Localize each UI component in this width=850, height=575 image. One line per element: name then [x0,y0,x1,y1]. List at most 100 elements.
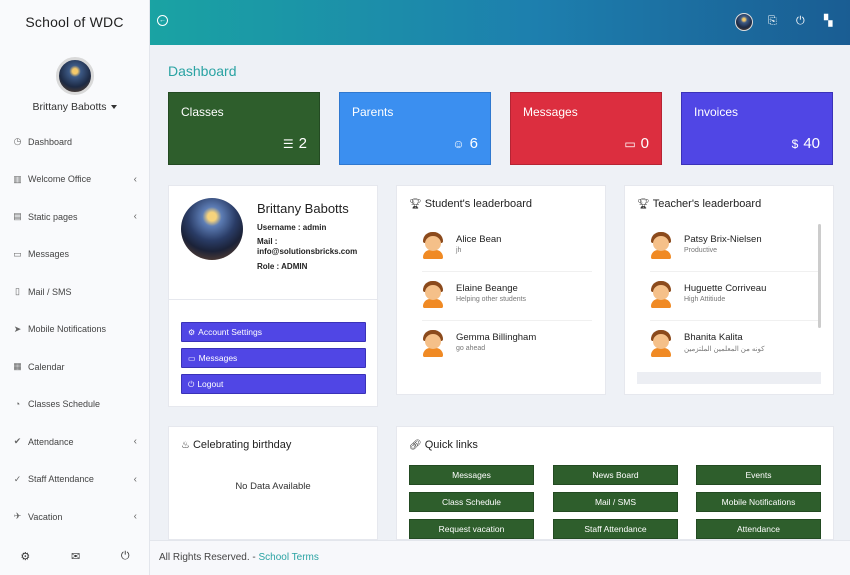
sidebar-item-mail-sms[interactable]: ▯ Mail / SMS [0,273,149,311]
caret-down-icon [110,105,117,110]
leaderboard-name: Gemma Billingham [456,332,537,343]
user-name: Brittany Babotts [32,101,107,113]
sidebar-item-mobile-notifications[interactable]: ➤ Mobile Notifications [0,311,149,349]
quick-link-staff-attendance[interactable]: Staff Attendance [553,519,678,539]
stat-label: Invoices [694,105,739,119]
sidebar-item-calendar[interactable]: ▦ Calendar [0,348,149,386]
sidebar-item-classes-schedule[interactable]: ◔ Classes Schedule [0,386,149,424]
link-icon: 🔗︎ [409,440,422,451]
back-icon[interactable]: ← [157,15,168,26]
quick-link-messages[interactable]: Messages [409,465,534,485]
dashboard-icon: ◷ [13,136,22,147]
avatar[interactable] [735,13,753,31]
sidebar-item-dashboard[interactable]: ◷ Dashboard [0,123,149,161]
gear-icon[interactable]: ⚙ [20,550,30,563]
list-item[interactable]: Elaine Beange Helping other students [422,279,592,321]
sidebar-item-label: Attendance [28,436,74,447]
app-title[interactable]: School of WDC [0,0,149,45]
quick-link-class-schedule[interactable]: Class Schedule [409,492,534,512]
trophy-icon: 🏆︎ [409,199,422,210]
quick-link-mobile-notifications[interactable]: Mobile Notifications [696,492,821,512]
sidebar-item-welcome-office[interactable]: ▥ Welcome Office ‹ [0,161,149,199]
divider [422,271,592,272]
quick-link-request-vacation[interactable]: Request vacation [409,519,534,539]
sidebar-item-staff-attendance[interactable]: ✓ Staff Attendance ‹ [0,461,149,499]
profile-mail: info@solutionsbricks.com [257,247,358,256]
profile-photo [181,198,243,260]
leaderboard-note: go ahead [456,345,486,352]
list-item[interactable]: Patsy Brix-Nielsen Productive [650,230,820,272]
leaderboard-note: Helping other students [456,296,527,303]
avatar[interactable] [55,57,94,95]
quick-link-news-board[interactable]: News Board [553,465,678,485]
power-icon[interactable]: ⏻ [121,550,130,563]
sidebar-item-messages[interactable]: ▭ Messages [0,236,149,274]
teachers-leaderboard-card: 🏆︎ Teacher's leaderboard Patsy Brix-Niels… [624,185,834,395]
user-menu[interactable]: Brittany Babotts [0,101,149,113]
chevron-left-icon: ‹ [133,211,137,223]
school-terms-link[interactable]: School Terms [258,552,318,563]
quick-link-attendance[interactable]: Attendance [696,519,821,539]
divider [169,299,377,300]
sidebar: School of WDC Brittany Babotts ◷ Dashboar… [0,0,150,575]
dollar-icon: $ [791,136,799,151]
quick-link-mail-sms[interactable]: Mail / SMS [553,492,678,512]
stat-value: 40 [803,135,820,152]
list-item[interactable]: Alice Bean jh [422,230,592,272]
power-icon[interactable]: ⏻ [796,14,805,28]
sidebar-item-label: Mobile Notifications [28,324,107,335]
sidebar-item-label: Vacation [28,511,63,522]
grid-icon[interactable]: ▚ [824,14,832,28]
student-avatar [422,330,444,357]
footer: All Rights Reserved. - School Terms [150,540,850,575]
scrollbar[interactable] [818,224,821,328]
list-item[interactable]: Huguette Corriveau High Attitiude [650,279,820,321]
list-item[interactable]: Bhanita Kalita كونه من المعلمين الملتزمي… [650,328,820,370]
sidebar-nav: ◷ Dashboard ▥ Welcome Office ‹ ▤ Static page… [0,123,149,536]
stat-value: 6 [469,135,478,152]
leaderboard-name: Bhanita Kalita [684,332,743,343]
check-all-icon: ✔ [13,436,22,447]
card-title: Teacher's leaderboard [652,198,762,210]
stat-label: Messages [523,105,578,119]
button-label: Logout [197,379,224,389]
messages-button[interactable]: ▭ Messages [181,348,366,368]
student-avatar [422,232,444,259]
main-content: Dashboard Classes ☰ 2 Parents ☺ 6 Messages… [150,45,850,540]
leaderboard-note: Productive [684,247,718,254]
quick-links-card: 🔗︎ Quick links Messages News Board Events… [396,426,834,540]
chevron-left-icon: ‹ [133,173,137,185]
list-item-partial [637,372,821,384]
stat-card-classes[interactable]: Classes ☰ 2 [168,92,320,165]
leaderboard-note: High Attitiude [684,296,726,303]
language-icon[interactable]: ⎘ [768,14,777,28]
sidebar-item-attendance[interactable]: ✔ Attendance ‹ [0,423,149,461]
chevron-left-icon: ‹ [133,436,137,448]
sidebar-item-label: Messages [28,249,70,260]
quick-link-events[interactable]: Events [696,465,821,485]
topbar: ← ⎘ ⏻ ▚ [150,0,850,45]
message-icon: ▭ [624,136,636,151]
calendar-icon: ▦ [13,361,22,372]
stat-card-parents[interactable]: Parents ☺ 6 [339,92,491,165]
list-item[interactable]: Gemma Billingham go ahead [422,328,592,370]
leaderboard-name: Patsy Brix-Nielsen [684,234,762,245]
footer-text: All Rights Reserved. - [159,552,259,563]
stat-card-invoices[interactable]: Invoices $40 [681,92,833,165]
sidebar-item-label: Calendar [28,361,65,372]
student-avatar [422,281,444,308]
stat-value: 2 [298,135,307,152]
divider [650,320,820,321]
sidebar-item-vacation[interactable]: ✈ Vacation ‹ [0,498,149,536]
leaderboard-name: Alice Bean [456,234,502,245]
mail-icon[interactable]: ✉ [71,550,80,563]
account-settings-button[interactable]: ⚙ Account Settings [181,322,366,342]
sidebar-item-static-pages[interactable]: ▤ Static pages ‹ [0,198,149,236]
book-icon: ▥ [13,173,22,184]
sidebar-item-label: Classes Schedule [28,399,101,410]
leaderboard-note: jh [456,247,462,254]
profile-username: Username : admin [257,223,327,232]
stat-card-messages[interactable]: Messages ▭ 0 [510,92,662,165]
logout-button[interactable]: ⏻ Logout [181,374,366,394]
pages-icon: ▤ [13,211,22,222]
